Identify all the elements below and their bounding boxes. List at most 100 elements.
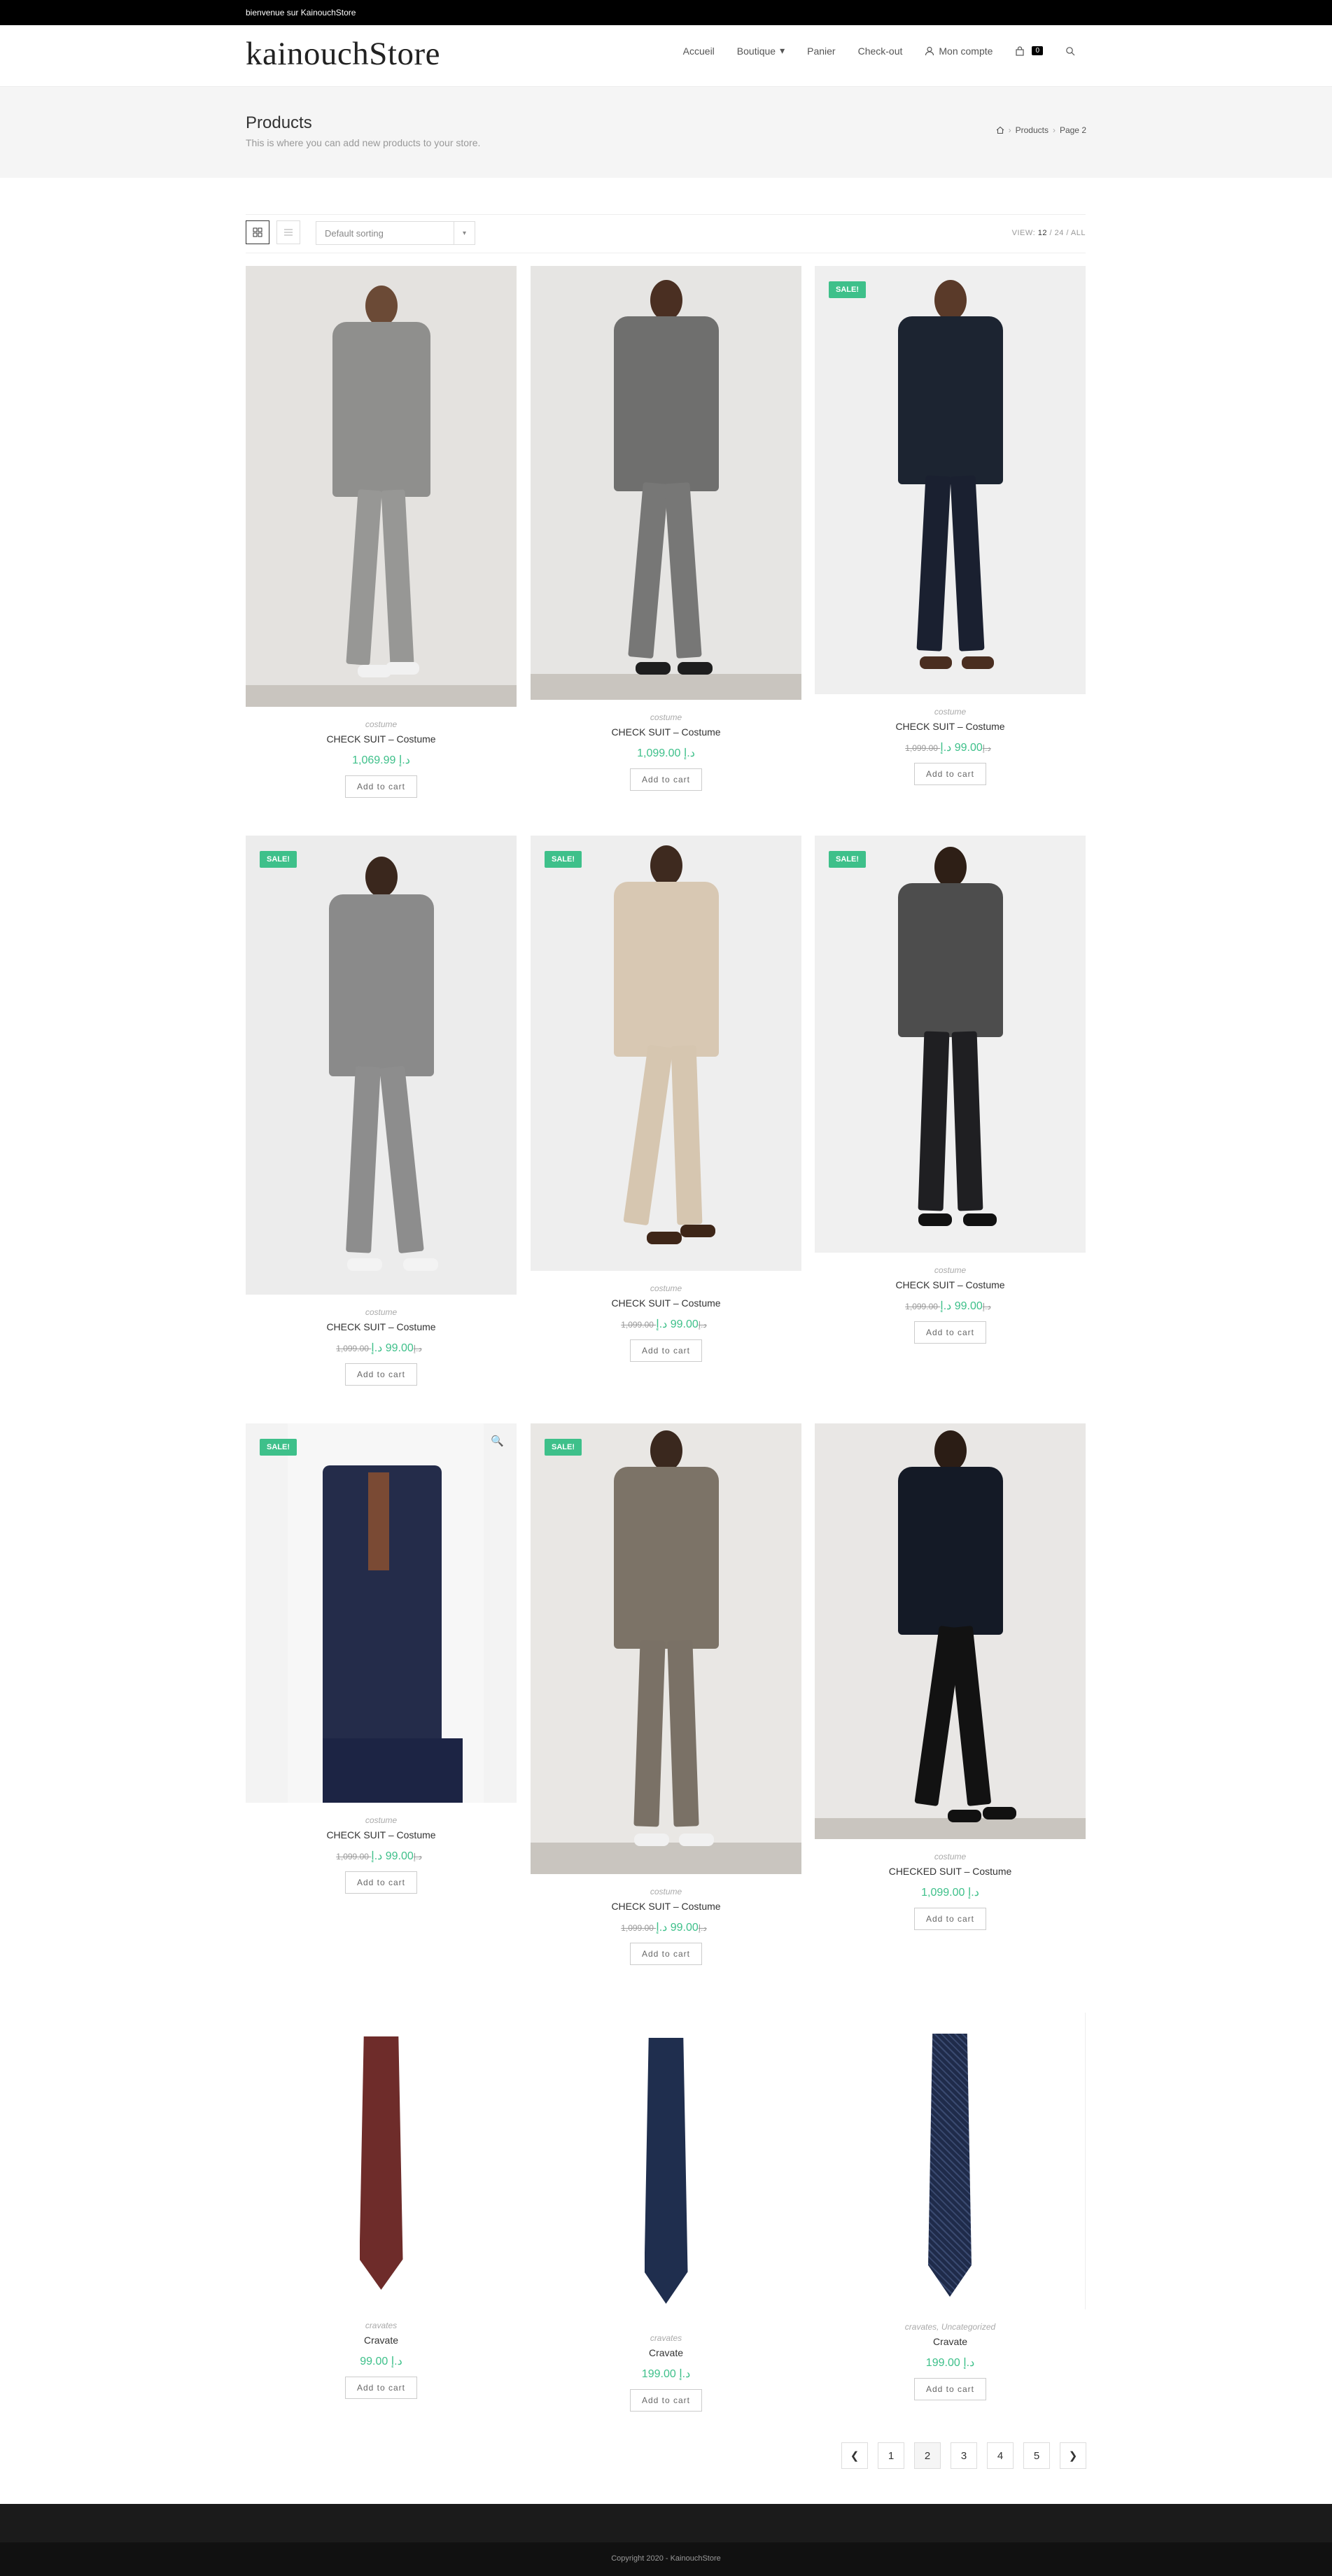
product-card: cravates Cravate 199.00 د.إ Add to cart [531, 2013, 801, 2412]
page-4[interactable]: 4 [987, 2442, 1014, 2469]
product-category[interactable]: costume [531, 712, 801, 722]
product-category[interactable]: costume [815, 1852, 1086, 1861]
product-image[interactable]: SALE! [246, 836, 517, 1295]
add-to-cart-button[interactable]: Add to cart [629, 1339, 703, 1362]
product-category[interactable]: cravates [246, 2321, 517, 2330]
product-image[interactable]: SALE! [815, 266, 1086, 694]
add-to-cart-button[interactable]: Add to cart [344, 775, 418, 798]
add-to-cart-button[interactable]: Add to cart [913, 763, 987, 785]
product-category[interactable]: costume [531, 1887, 801, 1896]
add-to-cart-button[interactable]: Add to cart [913, 2378, 987, 2400]
product-title[interactable]: CHECK SUIT – Costume [531, 1297, 801, 1309]
user-icon [925, 46, 934, 55]
page-2-current: 2 [914, 2442, 941, 2469]
welcome-text: bienvenue sur KainouchStore [246, 8, 356, 17]
page-3[interactable]: 3 [951, 2442, 977, 2469]
product-price: 199.00 د.إ [925, 2357, 975, 2369]
product-title[interactable]: CHECK SUIT – Costume [531, 726, 801, 738]
product-category[interactable]: costume [531, 1283, 801, 1293]
sale-badge: SALE! [829, 851, 866, 868]
next-page-button[interactable]: ❯ [1060, 2442, 1086, 2469]
product-title[interactable]: Cravate [815, 2336, 1086, 2347]
nav-accueil[interactable]: Accueil [672, 45, 726, 57]
nav-boutique[interactable]: Boutique ▾ [726, 45, 796, 57]
add-to-cart-button[interactable]: Add to cart [913, 1321, 987, 1344]
product-price: 1,099.00 د.إ99.00 د.إ [336, 1342, 422, 1354]
nav-mon-compte[interactable]: Mon compte [913, 45, 1004, 57]
breadcrumb: › Products › Page 2 [996, 125, 1086, 135]
view-options[interactable]: / 24 / ALL [1050, 229, 1086, 237]
chevron-left-icon: ❮ [850, 2450, 860, 2462]
add-to-cart-button[interactable]: Add to cart [344, 1871, 418, 1894]
list-icon [284, 229, 293, 236]
view-count: VIEW: 12 / 24 / ALL [1011, 229, 1086, 237]
product-title[interactable]: CHECK SUIT – Costume [246, 1321, 517, 1332]
chevron-right-icon: ❯ [1068, 2450, 1078, 2462]
product-title[interactable]: CHECK SUIT – Costume [246, 733, 517, 745]
product-price: 1,069.99 د.إ [352, 754, 410, 766]
search-button[interactable] [1054, 46, 1086, 56]
product-category[interactable]: costume [246, 1815, 517, 1825]
chevron-down-icon: ▾ [780, 45, 785, 56]
product-category[interactable]: costume [815, 707, 1086, 717]
footer-widgets [0, 2504, 1332, 2542]
add-to-cart-button[interactable]: Add to cart [629, 2389, 703, 2412]
product-title[interactable]: CHECK SUIT – Costume [246, 1829, 517, 1840]
product-category[interactable]: cravates [531, 2333, 801, 2343]
product-image[interactable]: SALE! [531, 836, 801, 1271]
product-card: costume CHECKED SUIT – Costume 1,099.00 … [815, 1423, 1086, 1930]
product-title[interactable]: CHECK SUIT – Costume [815, 1279, 1086, 1290]
list-view-button[interactable] [276, 220, 300, 244]
add-to-cart-button[interactable]: Add to cart [913, 1908, 987, 1930]
product-image[interactable]: SALE! 🔍 [246, 1423, 517, 1803]
page-5[interactable]: 5 [1023, 2442, 1050, 2469]
home-icon[interactable] [996, 126, 1004, 134]
product-title[interactable]: CHECK SUIT – Costume [531, 1901, 801, 1912]
pagination: ❮ 1 2 3 4 5 ❯ [841, 2442, 1086, 2469]
product-title[interactable]: Cravate [531, 2347, 801, 2358]
copyright-text: Copyright 2020 - KainouchStore [611, 2554, 721, 2563]
page-title: Products [246, 113, 312, 132]
page-header: Products This is where you can add new p… [0, 87, 1332, 178]
product-category[interactable]: cravates, Uncategorized [815, 2322, 1086, 2332]
product-image[interactable] [815, 2013, 1086, 2309]
product-image[interactable]: SALE! [531, 1423, 801, 1874]
footer: Copyright 2020 - KainouchStore [0, 2542, 1332, 2576]
product-image[interactable]: SALE! [815, 836, 1086, 1253]
product-image[interactable] [815, 1423, 1086, 1839]
product-image[interactable] [531, 266, 801, 700]
sale-badge: SALE! [260, 1439, 297, 1456]
product-category[interactable]: costume [246, 719, 517, 729]
product-price: 1,099.00 د.إ [637, 747, 695, 759]
chevron-down-icon: ▾ [454, 222, 475, 244]
product-category[interactable]: costume [815, 1265, 1086, 1275]
product-title[interactable]: CHECK SUIT – Costume [815, 721, 1086, 732]
breadcrumb-products[interactable]: Products [1016, 125, 1049, 135]
product-card: cravates Cravate 99.00 د.إ Add to cart [246, 2013, 517, 2399]
site-logo[interactable]: kainouchStore [246, 35, 440, 73]
add-to-cart-button[interactable]: Add to cart [629, 768, 703, 791]
product-card: SALE! costume CHECK SUIT – Costume 1,099… [815, 266, 1086, 785]
product-image[interactable] [531, 2013, 801, 2321]
add-to-cart-button[interactable]: Add to cart [629, 1943, 703, 1965]
page-1[interactable]: 1 [878, 2442, 904, 2469]
product-category[interactable]: costume [246, 1307, 517, 1317]
add-to-cart-button[interactable]: Add to cart [344, 2377, 418, 2399]
sort-select[interactable]: Default sorting ▾ [316, 221, 475, 245]
grid-icon [253, 227, 262, 237]
top-bar: bienvenue sur KainouchStore [0, 0, 1332, 25]
view-12[interactable]: 12 [1038, 229, 1047, 237]
product-title[interactable]: CHECKED SUIT – Costume [815, 1866, 1086, 1877]
product-image[interactable] [246, 2013, 517, 2308]
product-card: SALE! costume CHECK SUIT – Costume 1,099… [531, 1423, 801, 1965]
prev-page-button[interactable]: ❮ [841, 2442, 868, 2469]
nav-checkout[interactable]: Check-out [847, 45, 914, 57]
zoom-icon[interactable]: 🔍 [491, 1435, 504, 1447]
product-image[interactable] [246, 266, 517, 707]
add-to-cart-button[interactable]: Add to cart [344, 1363, 418, 1386]
grid-view-button[interactable] [246, 220, 269, 244]
shop-toolbar: Default sorting ▾ VIEW: 12 / 24 / ALL [246, 214, 1086, 253]
cart-button[interactable]: 0 [1004, 45, 1054, 56]
product-title[interactable]: Cravate [246, 2335, 517, 2346]
nav-panier[interactable]: Panier [796, 45, 846, 57]
